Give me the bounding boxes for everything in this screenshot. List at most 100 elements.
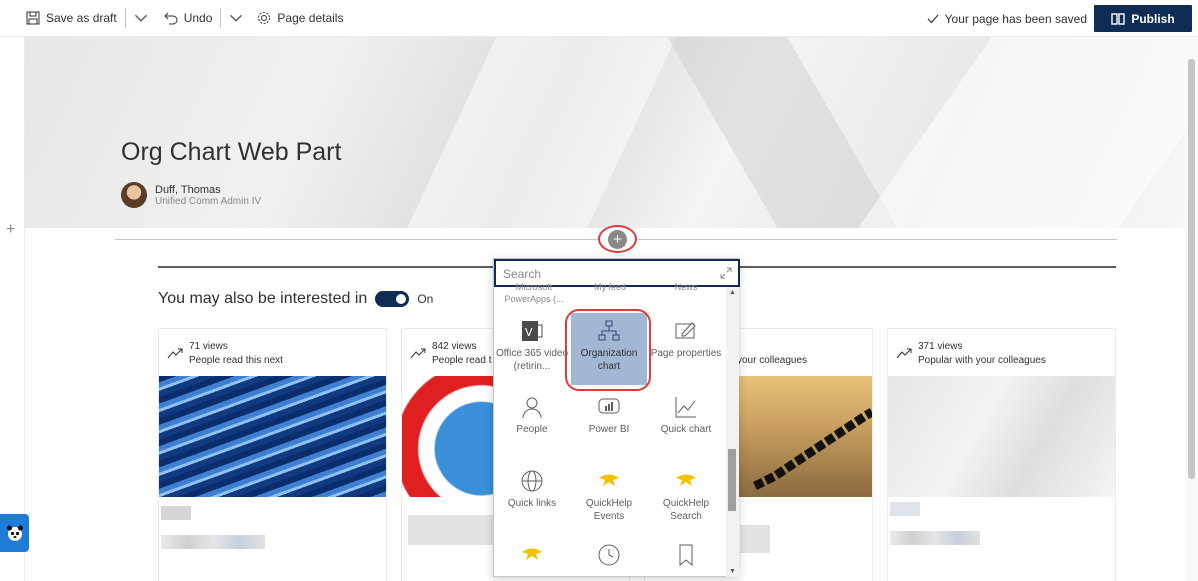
tile-quick-chart[interactable]: Quick chart	[648, 395, 724, 461]
globe-icon	[521, 470, 543, 492]
tile-label[interactable]: News	[648, 281, 724, 293]
quickhelp-icon	[599, 474, 619, 486]
tile-page-properties[interactable]: Page properties	[648, 319, 724, 385]
card-reason: People read t	[432, 355, 492, 366]
clock-icon	[598, 544, 620, 566]
page-properties-icon	[675, 322, 696, 339]
undo-label: Undo	[183, 11, 213, 25]
page-details-label: Page details	[277, 11, 344, 25]
separator	[220, 8, 222, 28]
save-icon	[26, 11, 40, 25]
card-reason: Popular with your colleagues	[918, 355, 1046, 366]
page-details-button[interactable]: Page details	[253, 0, 347, 37]
card-title-blurred	[161, 506, 191, 520]
related-section-header: You may also be interested in On	[158, 290, 433, 308]
hero-shape	[858, 37, 1185, 228]
page-title[interactable]: Org Chart Web Part	[121, 138, 341, 167]
save-status: Your page has been saved	[927, 0, 1087, 37]
related-toggle[interactable]	[375, 291, 410, 307]
person-icon	[522, 397, 542, 419]
expand-icon[interactable]	[720, 267, 732, 279]
author-role: Unified Comm Admin IV	[155, 195, 262, 207]
add-webpart-button[interactable]: +	[598, 225, 637, 253]
left-gutter	[0, 37, 25, 581]
card-thumbnail	[888, 376, 1115, 497]
tile-label[interactable]: My feed	[572, 281, 648, 293]
command-bar: Save as draft Undo Page details Your pag…	[0, 0, 1198, 37]
checkmark-icon	[927, 14, 939, 23]
book-icon	[1111, 12, 1126, 25]
scrollbar-thumb[interactable]	[1188, 59, 1195, 479]
power-bi-icon	[598, 398, 620, 414]
card-meta-blurred	[161, 535, 265, 549]
tile-label: Quick links	[507, 498, 557, 509]
toolbox-scrollbar[interactable]: ▲ ▼	[726, 287, 739, 577]
hero-shape	[375, 37, 695, 228]
card-views: 71 views	[189, 341, 228, 352]
save-as-draft-button[interactable]: Save as draft	[22, 0, 121, 37]
save-options-dropdown[interactable]	[130, 0, 152, 37]
tile-label: QuickHelp Search	[662, 498, 710, 522]
card-title-blurred	[890, 502, 920, 516]
tile-label: Page properties	[650, 348, 722, 359]
card-reason: your colleagues	[737, 355, 808, 366]
card-thumbnail	[159, 376, 386, 497]
undo-options-dropdown[interactable]	[225, 0, 247, 37]
highlight-ring	[565, 309, 651, 391]
quickhelp-icon	[676, 474, 696, 486]
separator	[124, 8, 126, 28]
webpart-toolbox: Search Microsoft PowerApps (... My feed …	[493, 258, 740, 577]
card-title-blurred	[408, 515, 493, 545]
trending-icon	[167, 348, 183, 359]
avatar	[121, 182, 147, 208]
chevron-down-icon	[134, 14, 147, 22]
extension-panda-button[interactable]	[0, 514, 29, 552]
page-scrollbar[interactable]	[1185, 37, 1198, 581]
undo-button[interactable]: Undo	[160, 0, 217, 37]
trending-icon	[410, 348, 426, 359]
news-card[interactable]: 71 views People read this next	[158, 328, 387, 581]
add-column-icon[interactable]: +	[6, 221, 15, 239]
gear-icon	[258, 12, 271, 24]
tile-power-bi[interactable]: Power BI	[571, 395, 647, 461]
plus-icon: +	[608, 229, 627, 249]
tile-label: People	[516, 424, 548, 435]
tile-label: Quick chart	[660, 424, 712, 435]
author-name[interactable]: Duff, Thomas	[155, 184, 261, 196]
publish-button[interactable]: Publish	[1094, 5, 1192, 32]
card-views: 371 views	[918, 341, 963, 352]
tile-saved[interactable]	[648, 543, 724, 577]
tile-label: Power BI	[588, 424, 630, 435]
tile-quick-links[interactable]: Quick links	[494, 469, 570, 535]
tile-quickhelp-search[interactable]: QuickHelp Search	[648, 469, 724, 535]
panda-icon	[6, 525, 23, 541]
toolbox-scroll-thumb[interactable]	[728, 449, 736, 511]
tile-quickhelp[interactable]	[494, 543, 570, 577]
save-as-draft-label: Save as draft	[46, 11, 117, 25]
card-title-blurred	[740, 525, 770, 553]
tile-label: Office 365 video (retirin...	[495, 348, 569, 372]
office-video-icon: V	[522, 321, 543, 341]
bookmark-icon	[679, 544, 693, 567]
tile-recent[interactable]	[571, 543, 647, 577]
tile-people[interactable]: People	[494, 395, 570, 461]
author-byline: Duff, Thomas Unified Comm Admin IV	[121, 182, 261, 208]
card-reason: People read this next	[189, 355, 283, 366]
tile-quickhelp-events[interactable]: QuickHelp Events	[571, 469, 647, 535]
quickhelp-icon	[522, 548, 542, 560]
section-heading: You may also be interested in	[158, 290, 368, 307]
scroll-up-icon[interactable]: ▲	[729, 289, 736, 296]
search-placeholder: Search	[503, 267, 542, 281]
save-status-text: Your page has been saved	[944, 11, 1087, 26]
tile-label[interactable]: Microsoft PowerApps (...	[496, 281, 572, 305]
card-views: 842 views	[432, 341, 477, 352]
news-card[interactable]: 371 views Popular with your colleagues	[887, 328, 1116, 581]
card-meta-blurred	[890, 531, 980, 545]
toolbox-partial-row: Microsoft PowerApps (... My feed News	[494, 281, 726, 311]
tile-label: QuickHelp Events	[585, 498, 633, 522]
scroll-down-icon[interactable]: ▼	[729, 568, 736, 575]
svg-text:V: V	[525, 326, 533, 339]
tile-office-video[interactable]: V Office 365 video (retirin...	[494, 319, 570, 385]
undo-icon	[164, 12, 178, 25]
chevron-down-icon	[230, 14, 243, 22]
